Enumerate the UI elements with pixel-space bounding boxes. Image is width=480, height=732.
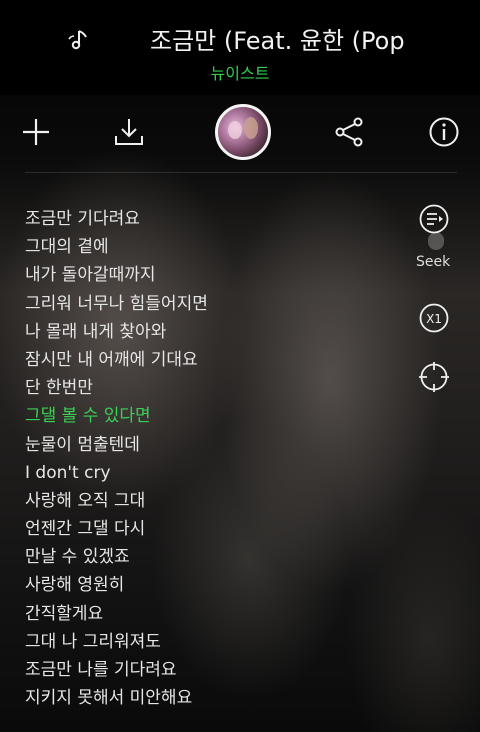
seek-label: Seek xyxy=(416,254,451,270)
download-icon[interactable] xyxy=(113,116,145,148)
share-icon[interactable] xyxy=(333,116,365,148)
toolbar xyxy=(0,102,480,162)
title-row: 조금만 (Feat. 윤한 (Pop xyxy=(0,24,480,58)
lyric-line[interactable]: 내가 돌아갈때까지 xyxy=(25,261,405,289)
lyric-line[interactable]: 언젠간 그댈 다시 xyxy=(25,515,405,543)
divider xyxy=(25,172,457,173)
lyric-line[interactable]: 지키지 못해서 미안해요 xyxy=(25,684,405,712)
lyric-line[interactable]: 그대의 곁에 xyxy=(25,233,405,261)
lyric-line[interactable]: 나 몰래 내게 찾아와 xyxy=(25,318,405,346)
album-art-detail xyxy=(244,117,258,139)
lyrics-list[interactable]: 조금만 기다려요 그대의 곁에 내가 돌아갈때까지 그리워 너무나 힘들어지면 … xyxy=(25,205,405,712)
lyric-line[interactable]: 만날 수 있겠죠 xyxy=(25,543,405,571)
crosshair-icon[interactable] xyxy=(418,361,450,393)
header: 조금만 (Feat. 윤한 (Pop 뉴이스트 xyxy=(0,0,480,95)
lyric-line[interactable]: 조금만 기다려요 xyxy=(25,205,405,233)
lyric-line[interactable]: 간직할게요 xyxy=(25,600,405,628)
lyric-line[interactable]: 조금만 나를 기다려요 xyxy=(25,656,405,684)
plus-icon[interactable] xyxy=(20,116,52,148)
lyric-line[interactable]: I don't cry xyxy=(25,459,405,487)
lyric-line[interactable]: 그대 나 그리워져도 xyxy=(25,628,405,656)
artist-name[interactable]: 뉴이스트 xyxy=(0,60,480,84)
lyric-line[interactable]: 사랑해 오직 그대 xyxy=(25,487,405,515)
album-art[interactable] xyxy=(215,104,271,160)
lyric-line[interactable]: 잠시만 내 어깨에 기대요 xyxy=(25,346,405,374)
lyric-line[interactable]: 단 한번만 xyxy=(25,374,405,402)
music-note-icon[interactable] xyxy=(66,27,92,53)
speed-x1-icon[interactable]: X1 xyxy=(418,302,450,334)
speed-label: X1 xyxy=(426,312,442,326)
lyrics-seek-icon[interactable] xyxy=(418,203,450,235)
lyric-line[interactable]: 그리워 너무나 힘들어지면 xyxy=(25,290,405,318)
lyric-line[interactable]: 사랑해 영원히 xyxy=(25,571,405,599)
info-icon[interactable] xyxy=(428,116,460,148)
lyric-line[interactable]: 눈물이 멈출텐데 xyxy=(25,431,405,459)
song-title: 조금만 (Feat. 윤한 (Pop xyxy=(150,27,405,55)
album-art-detail xyxy=(228,121,242,139)
lyric-line-active[interactable]: 그댈 볼 수 있다면 xyxy=(25,402,405,430)
seek-handle[interactable] xyxy=(428,232,444,250)
